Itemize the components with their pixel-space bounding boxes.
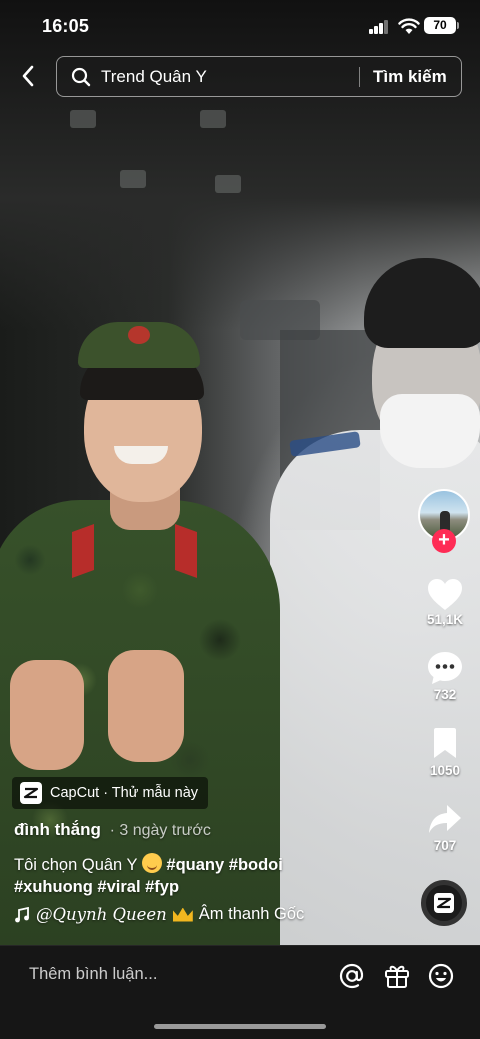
status-bar: 16:05 70 bbox=[0, 0, 480, 52]
video-person-medic-mask bbox=[380, 394, 480, 468]
chevron-left-icon bbox=[22, 65, 34, 87]
share-button[interactable] bbox=[425, 799, 465, 839]
emoji-button[interactable] bbox=[427, 962, 455, 990]
sound-title: Âm thanh Gốc bbox=[198, 905, 305, 923]
video-background-light bbox=[120, 170, 146, 188]
crown-icon bbox=[172, 907, 193, 922]
video-background-light bbox=[70, 110, 96, 128]
comment-button[interactable] bbox=[425, 648, 465, 688]
search-bar[interactable]: Trend Quân Y Tìm kiếm bbox=[56, 56, 462, 97]
author-line: đình thắng · 3 ngày trước bbox=[14, 820, 211, 840]
gift-icon bbox=[385, 965, 409, 988]
video-person-soldier-thumb-up bbox=[10, 660, 84, 770]
caption-hashtags[interactable]: #xuhuong #viral #fyp bbox=[14, 878, 179, 896]
like-count: 51,1K bbox=[426, 612, 464, 627]
capcut-logo-icon bbox=[20, 782, 42, 804]
status-time: 16:05 bbox=[42, 16, 90, 36]
sound-info[interactable]: @𝑄𝑢𝑦𝑛ℎ 𝑄𝑢𝑒𝑒𝑛 Âm thanh Gốc bbox=[14, 905, 304, 924]
video-person-soldier-cap bbox=[78, 322, 200, 368]
share-arrow-icon bbox=[429, 805, 461, 833]
sound-author: @𝑄𝑢𝑦𝑛ℎ 𝑄𝑢𝑒𝑒𝑛 bbox=[36, 905, 167, 924]
bookmark-count: 1050 bbox=[429, 763, 461, 778]
wifi-icon bbox=[398, 18, 420, 34]
video-background-light bbox=[215, 175, 241, 193]
author-name[interactable]: đình thắng bbox=[14, 820, 101, 839]
cap-badge bbox=[128, 326, 150, 344]
back-button[interactable] bbox=[12, 60, 44, 92]
comment-icon bbox=[428, 652, 462, 684]
search-divider bbox=[359, 67, 360, 87]
smiling-face-with-hearts-icon bbox=[141, 853, 162, 873]
like-button[interactable] bbox=[425, 574, 465, 614]
search-icon bbox=[71, 67, 91, 87]
music-note-icon bbox=[15, 906, 29, 922]
smiley-icon bbox=[428, 963, 454, 989]
heart-icon bbox=[428, 578, 462, 610]
follow-plus-button[interactable]: + bbox=[432, 529, 456, 553]
capcut-icon bbox=[434, 893, 454, 913]
share-count: 707 bbox=[433, 838, 457, 853]
comment-count: 732 bbox=[433, 687, 457, 702]
video-caption: Tôi chọn Quân Y #quany #bodoi #xuhuong #… bbox=[14, 853, 344, 898]
comment-input[interactable]: Thêm bình luận... bbox=[29, 965, 157, 984]
caption-hashtags[interactable]: #quany #bodoi bbox=[166, 856, 282, 874]
battery-icon: 70 bbox=[424, 17, 456, 34]
caption-text: Tôi chọn Quân Y bbox=[14, 856, 138, 874]
gift-button[interactable] bbox=[383, 962, 411, 990]
at-sign-icon bbox=[339, 963, 364, 989]
bookmark-button[interactable] bbox=[425, 723, 465, 763]
battery-tip bbox=[457, 22, 459, 29]
video-person-soldier-thumb-up bbox=[108, 650, 184, 762]
bookmark-icon bbox=[434, 728, 456, 758]
video-person-soldier-collar-tab bbox=[175, 523, 197, 579]
search-submit-button[interactable]: Tìm kiếm bbox=[373, 57, 447, 96]
cellular-signal-icon bbox=[369, 20, 391, 34]
home-indicator bbox=[154, 1024, 326, 1029]
capcut-tag-label: CapCut · Thử mẫu này bbox=[50, 785, 199, 801]
video-background-light bbox=[200, 110, 226, 128]
post-time: · 3 ngày trước bbox=[109, 822, 211, 839]
capcut-template-tag[interactable]: CapCut · Thử mẫu này bbox=[12, 777, 209, 809]
comment-bar: Thêm bình luận... bbox=[0, 945, 480, 1039]
video-person-soldier-collar-tab bbox=[72, 523, 94, 579]
search-input[interactable]: Trend Quân Y bbox=[101, 57, 207, 96]
music-disc-button[interactable] bbox=[421, 880, 467, 926]
mention-button[interactable] bbox=[338, 962, 366, 990]
